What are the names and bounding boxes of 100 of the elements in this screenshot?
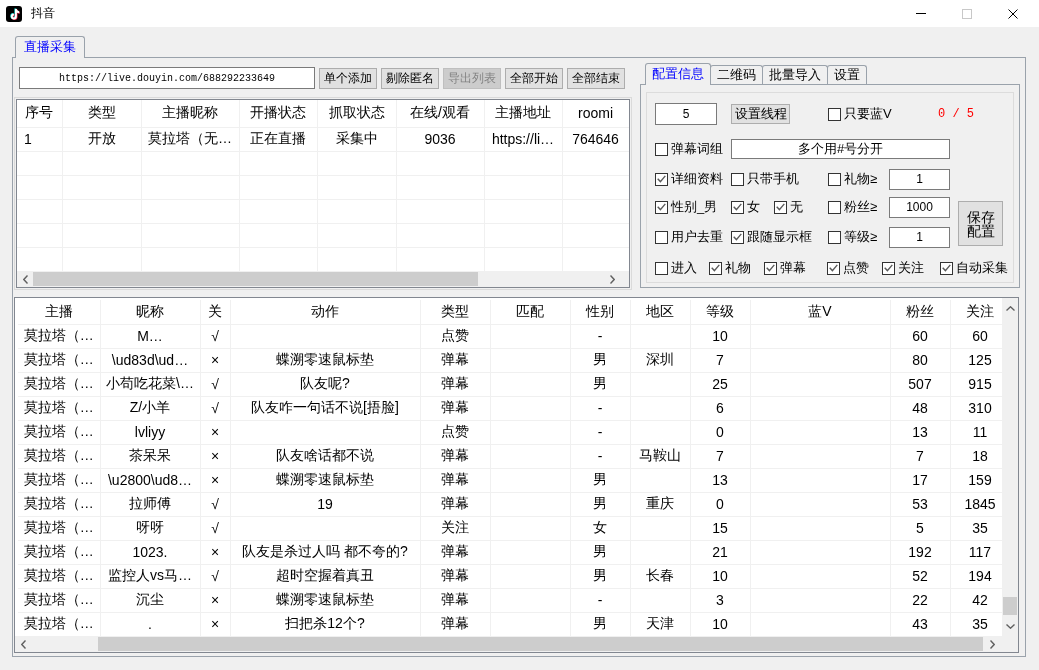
table-cell: 男 (570, 492, 630, 516)
horizontal-scrollbar[interactable] (17, 271, 629, 287)
table-cell: 莫拉塔（… (18, 588, 100, 612)
checkbox-label[interactable]: 跟随显示框 (747, 228, 812, 246)
checkbox-label[interactable]: 用户去重 (671, 228, 723, 246)
table-cell: 3 (690, 588, 750, 612)
table-cell: 点赞 (420, 324, 490, 348)
table-cell: 莫拉塔（… (18, 564, 100, 588)
checkmark-icon (657, 203, 666, 211)
toolbar-button[interactable]: 单个添加 (319, 67, 377, 89)
checkbox-label[interactable]: 女 (747, 198, 760, 216)
table-cell: 19 (230, 492, 420, 516)
checkbox[interactable] (828, 172, 841, 186)
column-header[interactable]: 主播昵称 (141, 100, 239, 127)
scrollbar-thumb[interactable] (98, 637, 983, 651)
column-header[interactable]: 匹配 (490, 300, 570, 324)
toolbar-button[interactable]: 全部开始 (505, 67, 563, 89)
text-field[interactable]: 1000 (889, 196, 950, 218)
checkbox[interactable] (764, 261, 777, 275)
table-cell: 21 (690, 540, 750, 564)
checkbox-label[interactable]: 自动采集 (956, 259, 1008, 277)
checkbox-label[interactable]: 粉丝≥ (844, 198, 878, 216)
checkbox[interactable] (655, 172, 668, 186)
checkbox-label[interactable]: 礼物≥ (844, 170, 878, 188)
checkbox-label[interactable]: 等级≥ (844, 228, 878, 246)
column-header[interactable]: 主播 (18, 300, 100, 324)
chevron-down-icon (1005, 624, 1015, 629)
chevron-left-icon (23, 274, 28, 284)
column-header[interactable]: 粉丝 (890, 300, 950, 324)
table-cell: 重庆 (630, 492, 690, 516)
checkbox[interactable] (882, 261, 895, 275)
toolbar-button[interactable]: 剔除匿名 (381, 67, 439, 89)
table-cell: 呀呀 (100, 516, 200, 540)
text-field[interactable]: 多个用#号分开 (731, 139, 950, 159)
tab[interactable]: 配置信息 (645, 63, 711, 85)
checkbox-label[interactable]: 点赞 (843, 259, 869, 277)
table-cell: 男 (570, 348, 630, 372)
column-header[interactable]: 序号 (17, 100, 62, 127)
column-header[interactable]: roomi (562, 100, 629, 127)
checkbox[interactable] (774, 200, 787, 214)
table-cell: 男 (570, 564, 630, 588)
column-header[interactable]: 类型 (62, 100, 141, 127)
checkbox-label[interactable]: 只要蓝V (844, 105, 892, 123)
toolbar-button[interactable]: 全部结束 (567, 67, 625, 89)
checkbox-label[interactable]: 弹幕词组 (671, 140, 723, 158)
vertical-scrollbar[interactable] (1002, 298, 1018, 636)
table-cell: √ (200, 564, 230, 588)
tab[interactable]: 批量导入 (762, 65, 828, 84)
checkbox[interactable] (940, 261, 953, 275)
horizontal-scrollbar[interactable] (15, 636, 1002, 652)
checkbox[interactable] (731, 172, 744, 186)
tab[interactable]: 二维码 (710, 65, 763, 84)
checkbox[interactable] (709, 261, 722, 275)
checkbox[interactable] (731, 230, 744, 244)
column-header[interactable]: 等级 (690, 300, 750, 324)
column-header[interactable]: 在线/观看 (396, 100, 484, 127)
checkbox-label[interactable]: 详细资料 (671, 170, 723, 188)
column-header[interactable]: 类型 (420, 300, 490, 324)
column-header[interactable]: 抓取状态 (317, 100, 396, 127)
url-field[interactable]: https://live.douyin.com/688292233649 (19, 67, 315, 89)
checkbox[interactable] (655, 142, 668, 156)
tab[interactable]: 直播采集 (15, 36, 85, 58)
column-header[interactable]: 主播地址 (484, 100, 562, 127)
checkbox[interactable] (828, 230, 841, 244)
column-header[interactable]: 关 (200, 300, 230, 324)
text-field[interactable]: 1 (889, 168, 950, 190)
checkbox-label[interactable]: 弹幕 (780, 259, 806, 277)
checkbox[interactable] (655, 200, 668, 214)
checkbox[interactable] (828, 200, 841, 214)
table-cell: 13 (890, 420, 950, 444)
table-cell: 蝶溯零速鼠标垫 (230, 468, 420, 492)
checkbox[interactable] (828, 107, 841, 121)
checkbox-label[interactable]: 只带手机 (747, 170, 799, 188)
column-header[interactable]: 动作 (230, 300, 420, 324)
checkbox[interactable] (731, 200, 744, 214)
checkbox-label[interactable]: 性别_男 (671, 198, 718, 216)
minimize-icon (916, 13, 926, 14)
column-header[interactable]: 蓝V (750, 300, 890, 324)
table-cell: 9036 (396, 127, 484, 151)
checkbox[interactable] (655, 261, 668, 275)
table-cell: 7 (890, 444, 950, 468)
table-cell: 蝶溯零速鼠标垫 (230, 588, 420, 612)
column-header[interactable]: 开播状态 (239, 100, 317, 127)
checkbox-label[interactable]: 无 (790, 198, 803, 216)
action-button[interactable]: 设置线程 (731, 104, 790, 124)
column-header[interactable]: 性别 (570, 300, 630, 324)
column-header[interactable]: 地区 (630, 300, 690, 324)
text-field[interactable]: 5 (655, 103, 717, 125)
text-field[interactable]: 1 (889, 226, 950, 248)
checkbox-label[interactable]: 礼物 (725, 259, 751, 277)
table-cell: 男 (570, 540, 630, 564)
scrollbar-thumb[interactable] (1003, 597, 1017, 615)
checkbox[interactable] (827, 261, 840, 275)
scrollbar-thumb[interactable] (33, 272, 478, 286)
checkbox[interactable] (655, 230, 668, 244)
checkbox-label[interactable]: 关注 (898, 259, 924, 277)
save-button[interactable]: 保存配置 (958, 201, 1003, 246)
tab[interactable]: 设置 (827, 65, 867, 84)
checkbox-label[interactable]: 进入 (671, 259, 697, 277)
column-header[interactable]: 昵称 (100, 300, 200, 324)
